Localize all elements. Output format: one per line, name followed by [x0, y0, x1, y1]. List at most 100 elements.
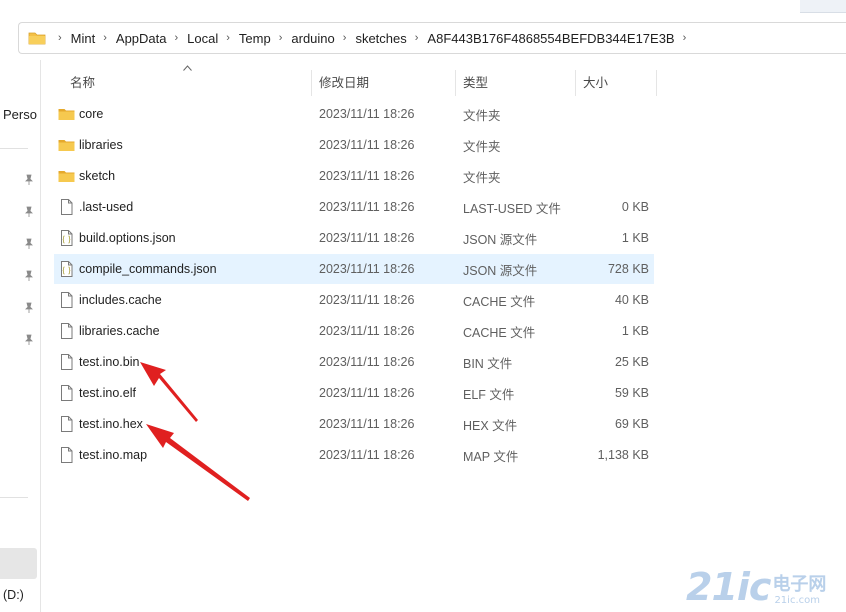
file-type: LAST-USED 文件 [463, 201, 561, 216]
file-name[interactable]: libraries [79, 130, 123, 160]
chevron-right-icon[interactable]: › [226, 32, 230, 44]
column-size[interactable]: 大小 [583, 66, 608, 96]
folder-icon [58, 171, 75, 182]
file-name[interactable]: test.ino.bin [79, 347, 139, 377]
column-header: 名称 修改日期 类型 大小 [54, 66, 658, 96]
column-name[interactable]: 名称 [70, 66, 95, 96]
chevron-right-icon[interactable]: › [58, 32, 62, 44]
file-row[interactable]: .last-used 2023/11/11 18:26 LAST-USED 文件 0 … [54, 192, 654, 222]
pin-icon[interactable] [23, 174, 35, 186]
file-icon [61, 447, 73, 463]
breadcrumb-label[interactable]: Local [187, 31, 218, 46]
file-name[interactable]: test.ino.elf [79, 378, 136, 408]
file-row[interactable]: includes.cache 2023/11/11 18:26 CACHE 文件 40… [54, 285, 654, 315]
breadcrumb-item[interactable]: › sketches [335, 31, 407, 46]
chevron-right-icon[interactable]: › [683, 32, 687, 44]
file-name[interactable]: includes.cache [79, 285, 162, 315]
watermark-logo: 21ic 电子网 21ic.com [686, 568, 826, 606]
breadcrumb-item[interactable]: › arduino [271, 31, 335, 46]
column-divider[interactable] [656, 70, 657, 96]
column-date[interactable]: 修改日期 [319, 66, 369, 96]
breadcrumb-item[interactable]: › A8F443B176F4868554BEFDB344E17E3B [407, 31, 675, 46]
breadcrumb-item[interactable]: › Temp [218, 31, 270, 46]
breadcrumb-label[interactable]: sketches [355, 31, 406, 46]
breadcrumb-item[interactable]: › Mint [50, 31, 95, 46]
column-divider[interactable] [455, 70, 456, 96]
file-size: 1,138 KB [597, 448, 649, 462]
file-size: 728 KB [607, 262, 649, 276]
column-divider[interactable] [311, 70, 312, 96]
file-icon [61, 199, 73, 215]
file-row[interactable]: libraries.cache 2023/11/11 18:26 CACHE 文件 1… [54, 316, 654, 346]
pin-icon[interactable] [23, 334, 35, 346]
sidebar-item-selected[interactable] [0, 548, 37, 579]
pin-icon[interactable] [23, 238, 35, 250]
sidebar-divider [0, 497, 28, 498]
file-size: 1 KB [621, 231, 649, 245]
breadcrumb-item[interactable]: › AppData [95, 31, 166, 46]
file-date: 2023/11/11 18:26 [319, 417, 415, 431]
file-size: 0 KB [621, 200, 649, 214]
pin-icon[interactable] [23, 206, 35, 218]
file-type: JSON 源文件 [463, 232, 538, 247]
breadcrumb-item[interactable]: › Local [167, 31, 219, 46]
file-date: 2023/11/11 18:26 [319, 169, 415, 183]
file-row[interactable]: test.ino.hex 2023/11/11 18:26 HEX 文件 69 KB [54, 409, 654, 439]
file-size: 1 KB [621, 324, 649, 338]
pin-icon[interactable] [23, 270, 35, 282]
file-type: CACHE 文件 [463, 325, 536, 340]
file-type: MAP 文件 [463, 449, 519, 464]
json-file-icon [61, 261, 73, 277]
chevron-right-icon[interactable]: › [175, 32, 179, 44]
file-date: 2023/11/11 18:26 [319, 448, 415, 462]
sidebar-divider [0, 148, 28, 149]
file-name[interactable]: libraries.cache [79, 316, 160, 346]
folder-icon [28, 32, 46, 45]
breadcrumb-label[interactable]: A8F443B176F4868554BEFDB344E17E3B [427, 31, 674, 46]
breadcrumb: › Mint › AppData › Local › Temp › arduino › sketche… [50, 31, 695, 46]
breadcrumb-label[interactable]: AppData [116, 31, 167, 46]
chevron-right-icon[interactable]: › [415, 32, 419, 44]
folder-icon [58, 109, 75, 120]
breadcrumb-label[interactable]: arduino [291, 31, 334, 46]
column-type[interactable]: 类型 [463, 66, 488, 96]
file-row[interactable]: sketch 2023/11/11 18:26 文件夹 [54, 161, 654, 191]
breadcrumb-label[interactable]: Temp [239, 31, 271, 46]
file-date: 2023/11/11 18:26 [319, 386, 415, 400]
file-name[interactable]: .last-used [79, 192, 133, 222]
breadcrumb-label[interactable]: Mint [71, 31, 96, 46]
file-row[interactable]: test.ino.elf 2023/11/11 18:26 ELF 文件 59 KB [54, 378, 654, 408]
watermark-cn: 电子网 [772, 574, 827, 595]
file-row[interactable]: core 2023/11/11 18:26 文件夹 [54, 99, 654, 129]
file-row[interactable]: compile_commands.json 2023/11/11 18:26 JSO… [54, 254, 654, 284]
file-icon [61, 292, 73, 308]
chevron-right-icon[interactable]: › [279, 32, 283, 44]
file-name[interactable]: build.options.json [79, 223, 176, 253]
file-size: 59 KB [614, 386, 649, 400]
sidebar-item-personal[interactable]: Perso [3, 107, 37, 122]
file-date: 2023/11/11 18:26 [319, 262, 415, 276]
file-name[interactable]: sketch [79, 161, 115, 191]
file-type: HEX 文件 [463, 418, 518, 433]
sidebar-item-drive-d[interactable]: (D:) [3, 588, 24, 602]
file-name[interactable]: test.ino.map [79, 440, 147, 470]
chevron-right-icon[interactable]: › [103, 32, 107, 44]
file-icon [61, 354, 73, 370]
json-file-icon [61, 230, 73, 246]
file-row[interactable]: build.options.json 2023/11/11 18:26 JSON 源… [54, 223, 654, 253]
file-size: 40 KB [614, 293, 649, 307]
file-name[interactable]: compile_commands.json [79, 254, 217, 284]
address-bar[interactable]: › Mint › AppData › Local › Temp › arduino › sketche… [18, 22, 846, 54]
pin-icon[interactable] [23, 302, 35, 314]
file-type: ELF 文件 [463, 387, 515, 402]
chevron-right-icon[interactable]: › [343, 32, 347, 44]
file-row[interactable]: libraries 2023/11/11 18:26 文件夹 [54, 130, 654, 160]
file-size: 25 KB [614, 355, 649, 369]
file-name[interactable]: test.ino.hex [79, 409, 143, 439]
folder-icon [58, 140, 75, 151]
window-top-strip [0, 0, 846, 14]
file-row[interactable]: test.ino.bin 2023/11/11 18:26 BIN 文件 25 KB [54, 347, 654, 377]
column-divider[interactable] [575, 70, 576, 96]
file-name[interactable]: core [79, 99, 103, 129]
file-row[interactable]: test.ino.map 2023/11/11 18:26 MAP 文件 1,138 … [54, 440, 654, 470]
